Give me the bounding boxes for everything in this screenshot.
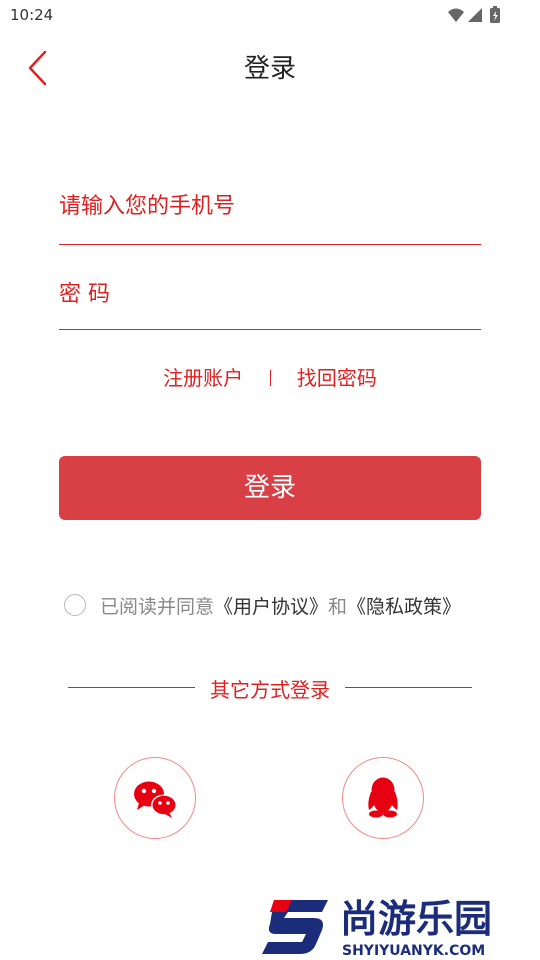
password-input[interactable]	[59, 274, 481, 314]
watermark-brand: 尚游乐园	[340, 897, 492, 941]
wechat-login-button[interactable]	[114, 757, 196, 839]
login-button[interactable]: 登录	[59, 456, 481, 520]
user-agreement-link[interactable]: 《用户协议》	[214, 592, 328, 619]
privacy-policy-link[interactable]: 《隐私政策》	[347, 592, 461, 619]
phone-input[interactable]	[59, 186, 481, 226]
register-link[interactable]: 注册账户	[163, 366, 243, 390]
password-field	[59, 274, 481, 330]
wechat-icon	[134, 781, 177, 818]
signal-icon	[468, 8, 482, 22]
other-login-label: 其它方式登录	[210, 678, 330, 702]
qq-icon	[368, 777, 398, 818]
nav-bar: 登录	[0, 32, 540, 104]
agreement-conjunction: 和	[328, 595, 348, 618]
agreement-prefix: 已阅读并同意	[100, 595, 215, 618]
qq-login-button[interactable]	[342, 757, 424, 839]
watermark-logo-icon	[262, 900, 328, 954]
page-title: 登录	[243, 54, 296, 84]
site-watermark: 尚游乐园 SHYIYUANYK.COM	[262, 897, 492, 959]
watermark-domain: SHYIYUANYK.COM	[342, 943, 485, 959]
agreement-row: 已阅读并同意 《用户协议》 和 《隐私政策》	[64, 592, 461, 618]
divider-line-right	[345, 687, 472, 688]
link-divider	[269, 370, 271, 386]
account-links: 注册账户 找回密码	[0, 362, 540, 391]
status-time: 10:24	[10, 6, 54, 24]
status-icons	[448, 6, 500, 23]
other-login-divider: 其它方式登录	[68, 674, 472, 702]
phone-field	[59, 186, 481, 245]
forgot-password-link[interactable]: 找回密码	[297, 366, 377, 390]
wifi-icon	[448, 8, 464, 22]
agree-checkbox[interactable]	[64, 594, 86, 616]
status-bar: 10:24	[0, 0, 540, 32]
